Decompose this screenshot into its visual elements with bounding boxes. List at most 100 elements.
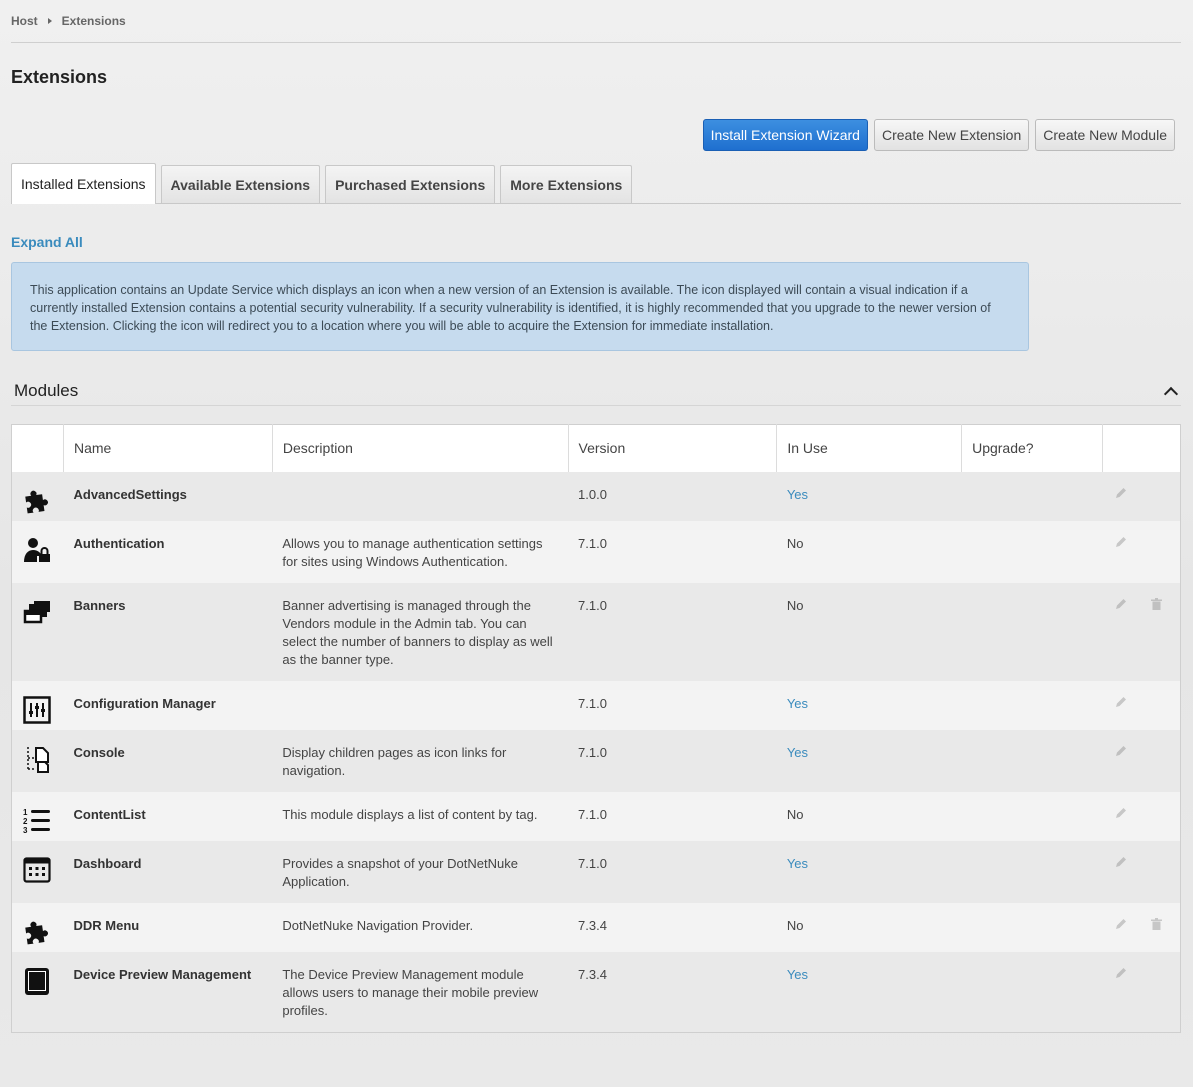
column-header-name[interactable]: Name xyxy=(63,424,273,472)
install-extension-wizard-button[interactable]: Install Extension Wizard xyxy=(702,119,868,151)
module-in-use[interactable]: Yes xyxy=(776,729,962,792)
module-version: 7.3.4 xyxy=(568,951,777,1032)
module-in-use: No xyxy=(776,902,962,952)
create-new-module-button[interactable]: Create New Module xyxy=(1035,119,1175,151)
module-icon-cell xyxy=(11,902,64,952)
module-upgrade xyxy=(961,520,1103,583)
page-title: Extensions xyxy=(11,67,108,87)
module-name: Device Preview Management xyxy=(63,951,273,1032)
column-header-icon xyxy=(11,424,64,472)
module-name: Console xyxy=(63,729,273,792)
edit-pencil-icon[interactable] xyxy=(1115,535,1127,547)
edit-pencil-icon[interactable] xyxy=(1115,486,1127,498)
module-name: Configuration Manager xyxy=(63,680,273,730)
module-in-use: No xyxy=(776,791,962,841)
delete-trash-icon[interactable] xyxy=(1151,917,1163,930)
module-icon-cell: 123 xyxy=(11,791,64,841)
module-actions xyxy=(1102,471,1181,521)
module-description xyxy=(272,471,569,521)
column-header-version: Version xyxy=(568,424,778,472)
table-header-row: Name Description Version In Use Upgrade? xyxy=(11,424,1181,472)
tab-purchased-extensions[interactable]: Purchased Extensions xyxy=(325,165,496,203)
modules-section-header[interactable]: Modules xyxy=(11,376,1181,406)
module-description: This module displays a list of content b… xyxy=(272,791,569,841)
module-version: 7.3.4 xyxy=(568,902,777,952)
edit-pencil-icon[interactable] xyxy=(1115,966,1127,978)
breadcrumb-current: Extensions xyxy=(61,14,126,28)
sliders-icon xyxy=(22,695,52,728)
module-in-use[interactable]: Yes xyxy=(776,840,962,903)
edit-pencil-icon[interactable] xyxy=(1115,806,1127,818)
update-service-info-box: This application contains an Update Serv… xyxy=(11,262,1029,351)
edit-pencil-icon[interactable] xyxy=(1115,744,1127,756)
numbered-list-icon: 123 xyxy=(22,808,52,839)
module-actions xyxy=(1102,951,1181,1032)
column-header-description: Description xyxy=(272,424,569,472)
svg-text:3: 3 xyxy=(23,826,28,835)
module-in-use[interactable]: Yes xyxy=(776,680,962,730)
module-actions xyxy=(1102,520,1181,583)
module-actions xyxy=(1102,582,1181,681)
module-icon-cell xyxy=(11,951,64,1032)
module-icon-cell xyxy=(11,729,64,792)
edit-pencil-icon[interactable] xyxy=(1115,597,1127,609)
module-upgrade xyxy=(961,680,1103,730)
svg-text:1: 1 xyxy=(23,808,28,817)
table-row: Console Display children pages as icon li… xyxy=(11,729,1181,792)
edit-pencil-icon[interactable] xyxy=(1115,695,1127,707)
module-actions xyxy=(1102,680,1181,730)
table-row: 1 2 3 ContentList This module displays a lis… xyxy=(11,791,1181,841)
column-header-actions xyxy=(1102,424,1181,472)
table-row: Configuration Manager 7.1.0 Yes xyxy=(11,680,1181,730)
tab-installed-extensions[interactable]: Installed Extensions xyxy=(11,163,156,204)
svg-text:2: 2 xyxy=(23,817,28,826)
action-bar: Install Extension Wizard Create New Exte… xyxy=(11,119,1181,151)
table-row: Device Preview Management The Device Prev… xyxy=(11,951,1181,1032)
module-name: ContentList xyxy=(63,791,273,841)
column-header-upgrade: Upgrade? xyxy=(961,424,1103,472)
expand-all-link[interactable]: Expand All xyxy=(11,234,1181,252)
module-upgrade xyxy=(961,951,1103,1032)
module-description: Banner advertising is managed through th… xyxy=(272,582,569,681)
delete-trash-icon[interactable] xyxy=(1151,597,1163,610)
module-in-use[interactable]: Yes xyxy=(776,471,962,521)
module-upgrade xyxy=(961,582,1103,681)
breadcrumb-separator-icon xyxy=(47,18,52,24)
module-actions xyxy=(1102,791,1181,841)
tab-more-extensions[interactable]: More Extensions xyxy=(500,165,633,203)
table-row: AdvancedSettings 1.0.0 Yes xyxy=(11,471,1181,521)
module-actions xyxy=(1102,902,1181,952)
modules-table: Name Description Version In Use Upgrade?… xyxy=(11,424,1181,1033)
edit-pencil-icon[interactable] xyxy=(1115,917,1127,929)
module-name: Authentication xyxy=(63,520,273,583)
calendar-grid-icon xyxy=(22,856,52,888)
module-version: 1.0.0 xyxy=(568,471,777,521)
breadcrumb-host-link[interactable]: Host xyxy=(11,14,38,28)
module-version: 7.1.0 xyxy=(568,729,777,792)
edit-pencil-icon[interactable] xyxy=(1115,855,1127,867)
module-name: DDR Menu xyxy=(63,902,273,952)
module-in-use[interactable]: Yes xyxy=(776,951,962,1032)
module-in-use: No xyxy=(776,520,962,583)
module-upgrade xyxy=(961,729,1103,792)
module-in-use: No xyxy=(776,582,962,681)
create-new-extension-button[interactable]: Create New Extension xyxy=(873,119,1030,151)
module-icon-cell xyxy=(11,520,64,583)
module-version: 7.1.0 xyxy=(568,840,777,903)
module-version: 7.1.0 xyxy=(568,582,777,681)
module-version: 7.1.0 xyxy=(568,680,777,730)
module-icon-cell xyxy=(11,471,64,521)
module-name: Dashboard xyxy=(63,840,273,903)
module-icon-cell xyxy=(11,582,64,681)
module-name: AdvancedSettings xyxy=(63,471,273,521)
module-icon-cell xyxy=(11,840,64,903)
module-description: Provides a snapshot of your DotNetNuke A… xyxy=(272,840,569,903)
column-header-in-use: In Use xyxy=(776,424,963,472)
chevron-up-icon[interactable] xyxy=(1163,386,1179,401)
user-lock-icon xyxy=(22,537,52,568)
module-upgrade xyxy=(961,902,1103,952)
module-description: The Device Preview Management module all… xyxy=(272,951,569,1032)
module-upgrade xyxy=(961,791,1103,841)
tab-available-extensions[interactable]: Available Extensions xyxy=(160,165,321,203)
module-version: 7.1.0 xyxy=(568,791,777,841)
